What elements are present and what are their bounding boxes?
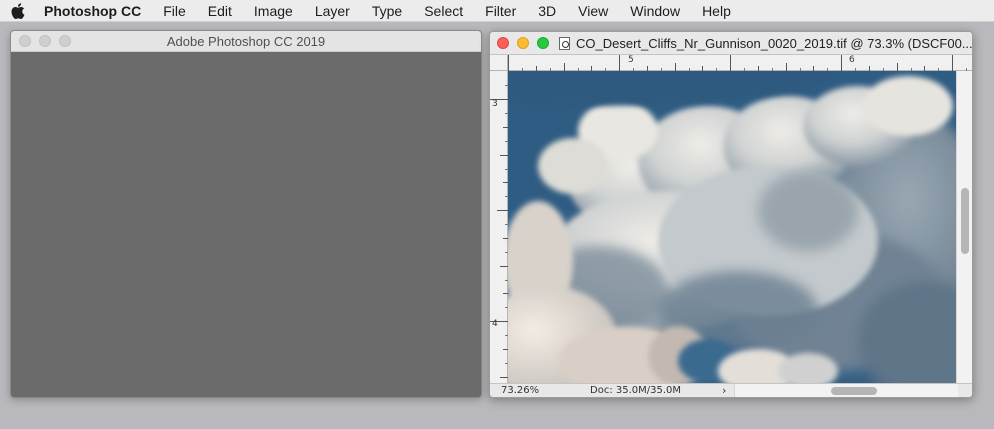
menu-view[interactable]: View xyxy=(567,0,619,22)
ruler-label-5: 5 xyxy=(628,55,634,65)
minimize-button[interactable] xyxy=(517,37,529,49)
zoom-button[interactable] xyxy=(59,35,71,47)
document-window-controls xyxy=(497,37,549,49)
menu-bar: Photoshop CC File Edit Image Layer Type … xyxy=(0,0,994,22)
zoom-level-field[interactable]: 73.26% xyxy=(501,385,539,396)
menu-app-name[interactable]: Photoshop CC xyxy=(36,0,152,22)
ruler-origin[interactable] xyxy=(490,55,508,71)
apple-icon[interactable] xyxy=(0,0,36,22)
status-bar: 73.26% Doc: 35.0M/35.0M › xyxy=(490,383,972,397)
horizontal-scrollbar[interactable] xyxy=(734,384,958,397)
cloud-photo xyxy=(508,71,956,383)
menu-help[interactable]: Help xyxy=(691,0,742,22)
close-button[interactable] xyxy=(497,37,509,49)
menu-edit[interactable]: Edit xyxy=(197,0,243,22)
status-menu-chevron-icon[interactable]: › xyxy=(722,384,726,397)
document-titlebar[interactable]: CO_Desert_Cliffs_Nr_Gunnison_0020_2019.t… xyxy=(490,32,972,55)
ruler-vertical[interactable]: 3 4 xyxy=(490,71,508,383)
minimize-button[interactable] xyxy=(39,35,51,47)
menu-filter[interactable]: Filter xyxy=(474,0,527,22)
app-frame-titlebar[interactable]: Adobe Photoshop CC 2019 xyxy=(11,31,481,52)
menu-image[interactable]: Image xyxy=(243,0,304,22)
document-window: CO_Desert_Cliffs_Nr_Gunnison_0020_2019.t… xyxy=(489,31,973,398)
ruler-label-6: 6 xyxy=(849,55,855,65)
image-canvas[interactable] xyxy=(508,71,956,383)
app-frame-window: Adobe Photoshop CC 2019 xyxy=(10,30,482,398)
menu-window[interactable]: Window xyxy=(619,0,691,22)
window-controls xyxy=(19,35,71,47)
close-button[interactable] xyxy=(19,35,31,47)
menu-3d[interactable]: 3D xyxy=(527,0,567,22)
ruler-label-4: 4 xyxy=(492,319,498,329)
vertical-scroll-thumb[interactable] xyxy=(961,188,969,254)
app-frame-title: Adobe Photoshop CC 2019 xyxy=(166,34,326,49)
ruler-horizontal[interactable]: 5 6 xyxy=(508,55,972,71)
menu-type[interactable]: Type xyxy=(361,0,413,22)
menu-file[interactable]: File xyxy=(152,0,197,22)
menu-layer[interactable]: Layer xyxy=(304,0,361,22)
horizontal-scroll-thumb[interactable] xyxy=(831,387,877,395)
menu-select[interactable]: Select xyxy=(413,0,474,22)
document-size-info: Doc: 35.0M/35.0M xyxy=(590,385,682,396)
ruler-label-3: 3 xyxy=(492,99,498,109)
vertical-scrollbar[interactable] xyxy=(956,71,972,383)
document-icon[interactable] xyxy=(559,37,570,50)
zoom-button[interactable] xyxy=(537,37,549,49)
document-title: CO_Desert_Cliffs_Nr_Gunnison_0020_2019.t… xyxy=(576,36,972,51)
